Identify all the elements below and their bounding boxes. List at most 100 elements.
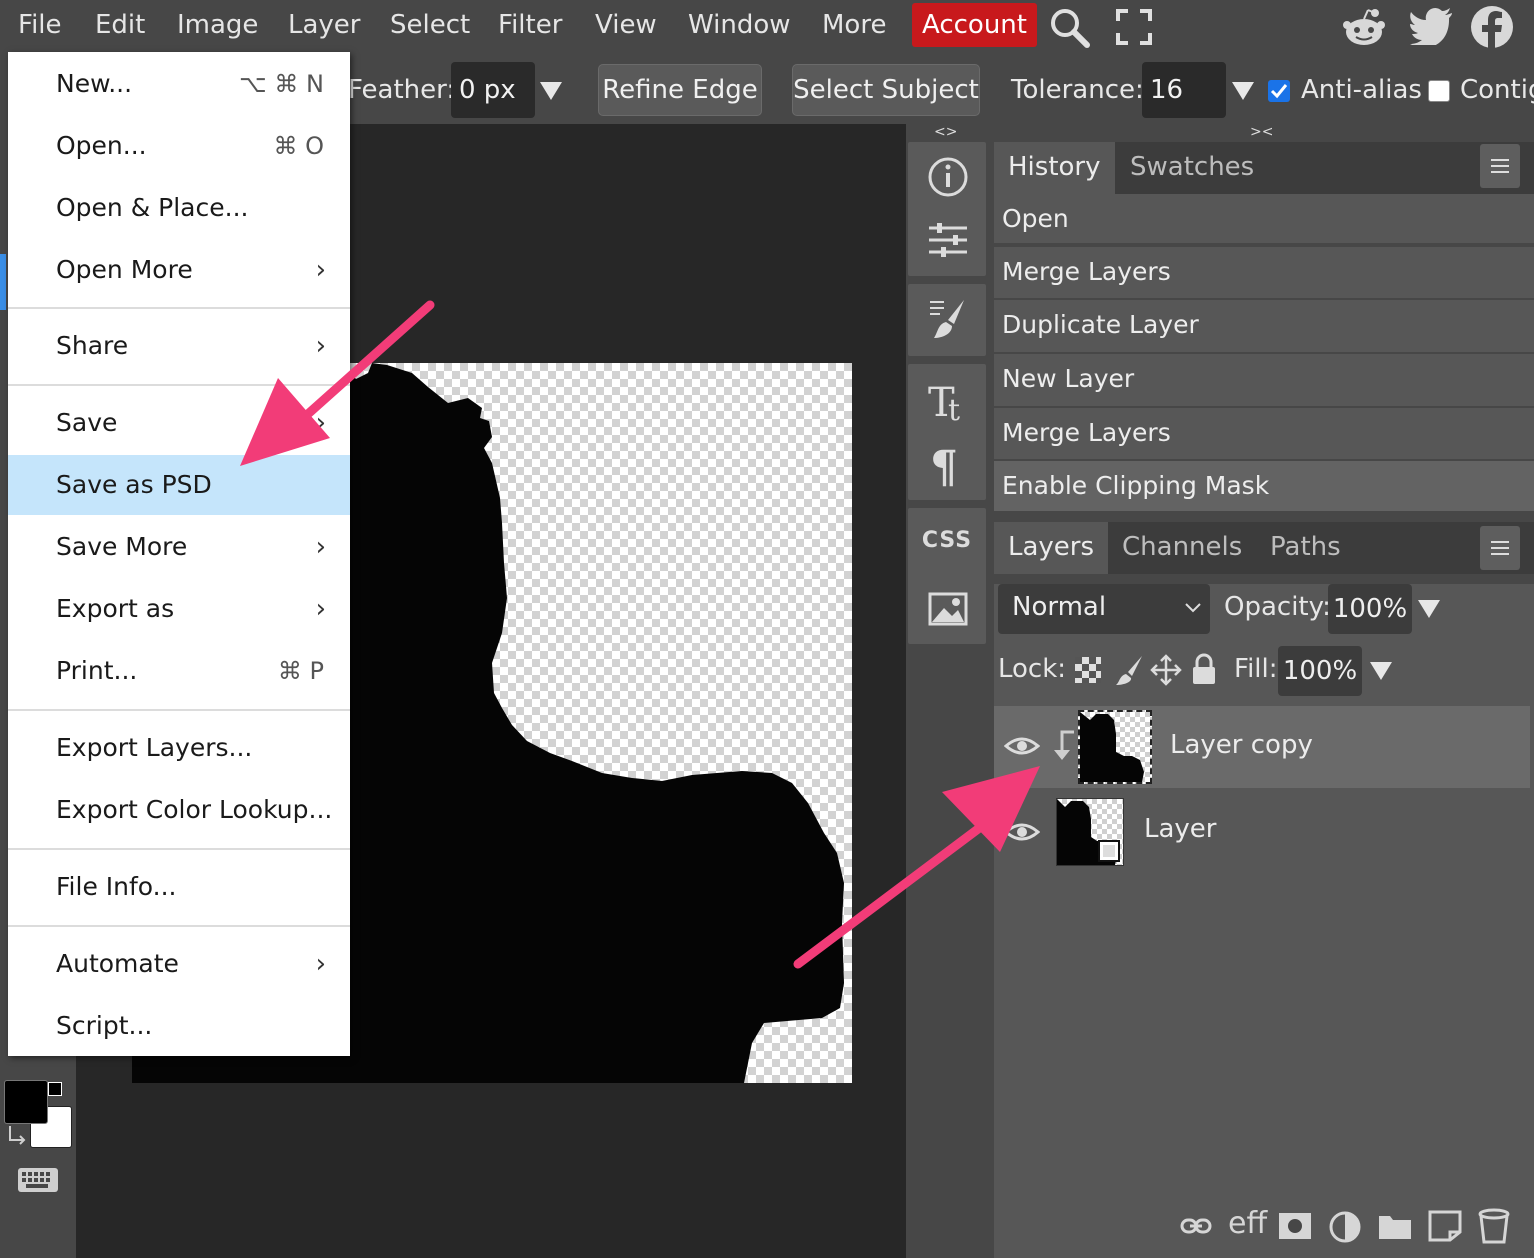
adjustment-layer-icon[interactable] xyxy=(1328,1210,1362,1244)
menu-item-export-layers[interactable]: Export Layers... xyxy=(8,718,350,778)
link-layers-icon[interactable] xyxy=(1180,1216,1212,1236)
eye-icon[interactable] xyxy=(1004,734,1040,758)
layers-menu-icon[interactable] xyxy=(1480,526,1520,570)
opacity-dropdown-icon[interactable] xyxy=(1418,600,1440,618)
account-button[interactable]: Account xyxy=(912,3,1037,47)
tolerance-dropdown-icon[interactable] xyxy=(1232,82,1254,100)
foreground-color-swatch[interactable] xyxy=(4,1080,48,1124)
tab-history[interactable]: History xyxy=(994,142,1115,194)
search-icon[interactable] xyxy=(1048,6,1092,48)
layer-name[interactable]: Layer copy xyxy=(1170,730,1313,760)
menu-item-label: Export Layers... xyxy=(56,733,253,762)
icon-group: CSS xyxy=(908,508,986,644)
collapse-right-button[interactable]: >< xyxy=(1250,124,1273,140)
history-item-current[interactable]: Enable Clipping Mask xyxy=(994,461,1534,513)
menu-item-automate[interactable]: Automate › xyxy=(8,934,350,994)
feather-dropdown-icon[interactable] xyxy=(540,82,562,100)
brush-settings-icon[interactable] xyxy=(928,298,968,342)
layer-name[interactable]: Layer xyxy=(1144,814,1217,844)
new-layer-icon[interactable] xyxy=(1428,1210,1462,1242)
menu-item-save-as-psd[interactable]: Save as PSD xyxy=(8,455,350,515)
menu-edit[interactable]: Edit xyxy=(95,0,145,52)
layer-effects-icon[interactable]: eff xyxy=(1228,1206,1267,1241)
menu-item-label: Export Color Lookup... xyxy=(56,795,333,824)
refine-edge-button[interactable]: Refine Edge xyxy=(598,64,762,116)
history-item[interactable]: New Layer xyxy=(994,354,1534,408)
chevron-right-icon: › xyxy=(315,594,326,624)
menu-item-open[interactable]: Open... ⌘ O xyxy=(8,116,350,176)
menu-layer[interactable]: Layer xyxy=(288,0,361,52)
menu-item-save[interactable]: Save › xyxy=(8,393,350,453)
menu-item-label: Share xyxy=(56,331,129,360)
menu-item-save-more[interactable]: Save More › xyxy=(8,517,350,577)
select-subject-button[interactable]: Select Subject xyxy=(792,64,980,116)
menu-item-export-color-lookup[interactable]: Export Color Lookup... xyxy=(8,780,350,840)
history-tab-row: History Swatches xyxy=(994,142,1534,194)
lock-all-icon[interactable] xyxy=(1190,652,1218,686)
antialias-checkbox[interactable] xyxy=(1268,80,1290,102)
panel-icon-column: T t ¶ CSS xyxy=(906,142,986,1258)
menu-view[interactable]: View xyxy=(595,0,657,52)
character-icon[interactable]: T t xyxy=(926,376,970,424)
active-tool-indicator xyxy=(0,254,6,310)
fullscreen-icon[interactable] xyxy=(1116,9,1152,45)
tab-paths[interactable]: Paths xyxy=(1270,522,1341,574)
menu-item-script[interactable]: Script... xyxy=(8,996,350,1056)
history-item[interactable]: Merge Layers xyxy=(994,408,1534,461)
layer-thumbnail-silhouette xyxy=(1080,712,1144,782)
opacity-input[interactable]: 100% xyxy=(1328,584,1412,634)
reddit-icon[interactable] xyxy=(1342,5,1386,47)
twitter-icon[interactable] xyxy=(1410,7,1454,45)
menu-item-export-as[interactable]: Export as › xyxy=(8,579,350,639)
history-menu-icon[interactable] xyxy=(1480,144,1520,188)
menu-image[interactable]: Image xyxy=(177,0,258,52)
menu-item-open-more[interactable]: Open More › xyxy=(8,240,350,300)
layer-row-layer[interactable]: Layer xyxy=(994,790,1530,872)
menu-select[interactable]: Select xyxy=(390,0,470,52)
collapse-left-button[interactable]: <> xyxy=(934,124,957,140)
lock-transparency-icon[interactable] xyxy=(1074,656,1102,684)
menu-file[interactable]: File xyxy=(18,0,62,52)
menu-item-new[interactable]: New... ⌥ ⌘ N xyxy=(8,54,350,114)
fill-dropdown-icon[interactable] xyxy=(1370,662,1392,680)
history-item[interactable]: Open xyxy=(994,194,1534,245)
menu-window[interactable]: Window xyxy=(688,0,791,52)
contiguous-checkbox[interactable] xyxy=(1428,80,1450,102)
fill-input[interactable]: 100% xyxy=(1278,646,1362,696)
layer-thumbnail xyxy=(1078,710,1152,784)
icon-group xyxy=(908,284,986,356)
adjustments-icon[interactable] xyxy=(927,222,969,258)
blend-mode-select[interactable]: Normal xyxy=(998,584,1210,634)
lock-pixels-brush-icon[interactable] xyxy=(1114,654,1144,686)
folder-icon[interactable] xyxy=(1378,1212,1412,1240)
menu-item-open-place[interactable]: Open & Place... xyxy=(8,178,350,238)
menu-item-print[interactable]: Print... ⌘ P xyxy=(8,641,350,701)
menu-item-share[interactable]: Share › xyxy=(8,316,350,376)
tab-swatches[interactable]: Swatches xyxy=(1130,142,1254,194)
history-item[interactable]: Duplicate Layer xyxy=(994,300,1534,354)
info-icon[interactable] xyxy=(927,156,969,198)
menu-item-shortcut: ⌥ ⌘ N xyxy=(239,70,324,98)
eye-icon[interactable] xyxy=(1004,820,1040,844)
css-icon[interactable]: CSS xyxy=(908,528,986,553)
tab-channels[interactable]: Channels xyxy=(1122,522,1242,574)
keyboard-icon[interactable] xyxy=(17,1167,59,1193)
menu-item-file-info[interactable]: File Info... xyxy=(8,857,350,917)
paragraph-icon[interactable]: ¶ xyxy=(926,442,970,490)
tab-layers[interactable]: Layers xyxy=(994,522,1109,574)
reset-colors-icon[interactable] xyxy=(48,1082,62,1096)
feather-input[interactable]: 0 px xyxy=(451,62,535,118)
trash-icon[interactable] xyxy=(1478,1208,1510,1244)
history-item[interactable]: Merge Layers xyxy=(994,247,1534,300)
tolerance-input[interactable]: 16 xyxy=(1142,62,1226,118)
add-mask-icon[interactable] xyxy=(1278,1212,1312,1240)
icon-group: T t ¶ xyxy=(908,364,986,500)
menu-filter[interactable]: Filter xyxy=(498,0,562,52)
menu-more[interactable]: More xyxy=(822,0,886,52)
image-icon[interactable] xyxy=(928,592,968,626)
layer-row-layer-copy[interactable]: Layer copy xyxy=(994,706,1530,788)
lock-position-move-icon[interactable] xyxy=(1150,654,1182,686)
swap-colors-icon[interactable] xyxy=(6,1124,28,1146)
menu-item-shortcut: ⌘ P xyxy=(277,657,324,685)
facebook-icon[interactable] xyxy=(1470,5,1514,49)
